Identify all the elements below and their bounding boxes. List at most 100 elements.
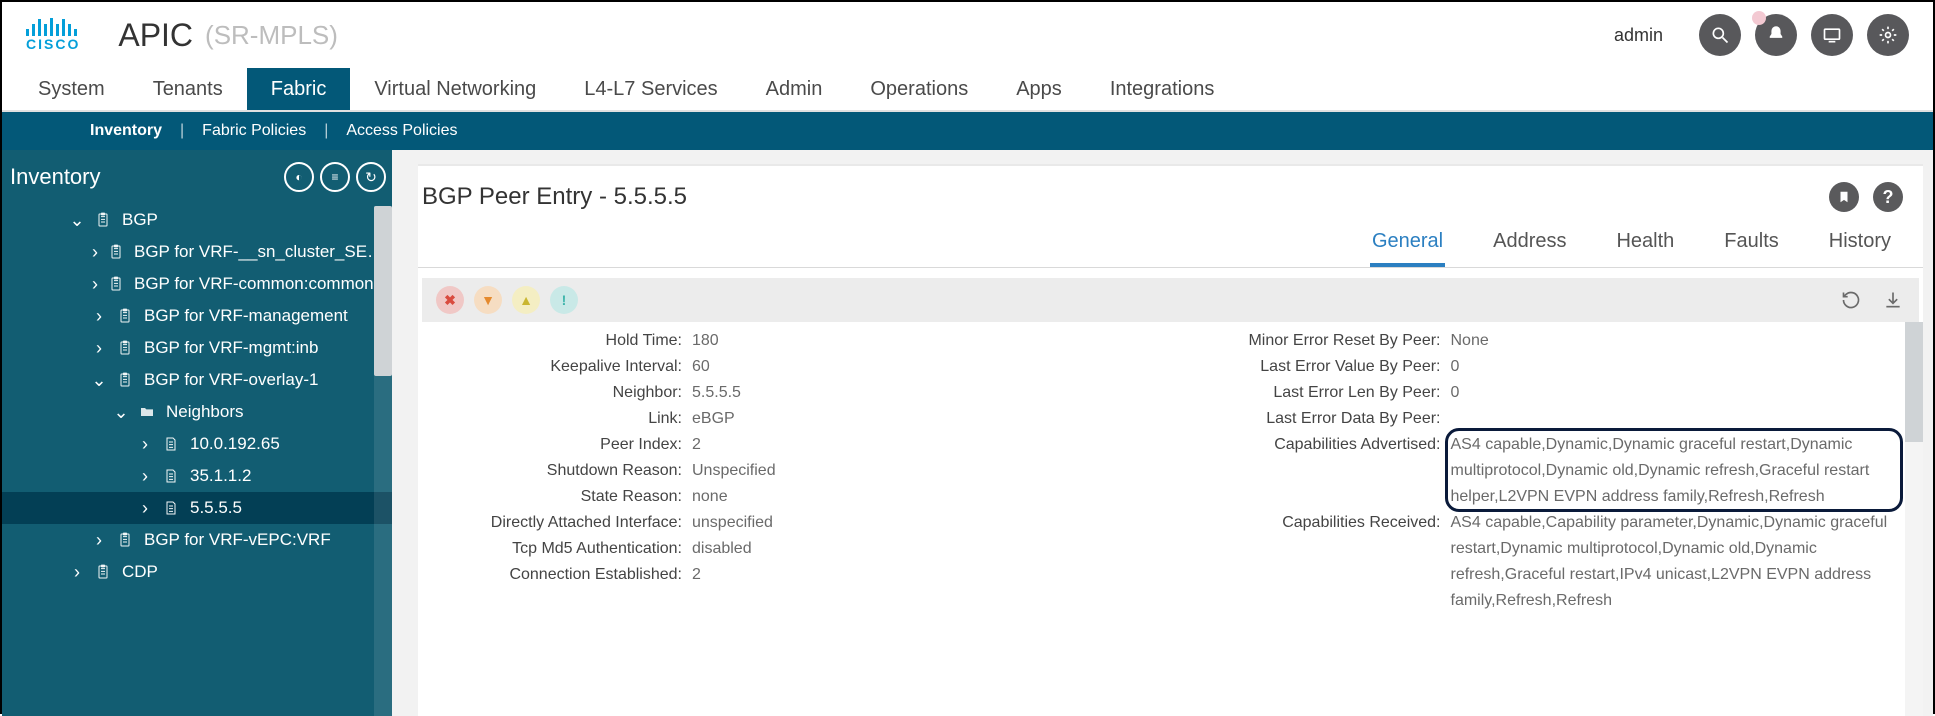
chevron-right-icon[interactable]: › [138,435,152,453]
field-value: disabled [692,536,1151,562]
tree-item-neighbors[interactable]: ⌄Neighbors [2,396,392,428]
sidebar-action-locate-icon[interactable]: ◐ [284,162,314,192]
subnav-item-inventory[interactable]: Inventory [72,122,180,140]
chevron-right-icon[interactable]: › [92,243,98,261]
tab-history[interactable]: History [1827,224,1893,267]
field-row: Capabilities Received:AS4 capable,Capabi… [1191,510,1900,614]
mainnav-item-integrations[interactable]: Integrations [1086,68,1239,110]
field-row: Minor Error Reset By Peer:None [1191,328,1900,354]
tree-item-label: BGP for VRF-management [144,306,348,326]
content-pane: BGP Peer Entry - 5.5.5.5 ? General Addres… [392,150,1933,716]
tree-item-35-1-1-2[interactable]: ›35.1.1.2 [2,460,392,492]
chevron-right-icon[interactable]: › [92,275,98,293]
tab-health[interactable]: Health [1614,224,1676,267]
chevron-right-icon[interactable]: › [92,339,106,357]
mainnav-item-fabric[interactable]: Fabric [247,68,351,110]
field-row: Last Error Value By Peer:0 [1191,354,1900,380]
mainnav-item-l4-l7-services[interactable]: L4-L7 Services [560,68,741,110]
sidebar-action-list-icon[interactable]: ≡ [320,162,350,192]
field-value: 2 [692,562,1151,588]
tree-item-bgp-for-vrf-sn-cluster-se[interactable]: › BGP for VRF-__sn_cluster_SE… [2,236,392,268]
mainnav-item-admin[interactable]: Admin [742,68,847,110]
field-value: AS4 capable,Dynamic,Dynamic graceful res… [1451,432,1900,510]
refresh-icon[interactable] [1839,288,1863,312]
mainnav-item-apps[interactable]: Apps [992,68,1086,110]
gear-icon[interactable] [1867,14,1909,56]
clip-icon [108,244,124,260]
tree-item-label: BGP for VRF-overlay-1 [144,370,318,390]
chevron-right-icon[interactable]: › [138,467,152,485]
field-label: Last Error Data By Peer: [1191,406,1441,432]
field-row: Link: eBGP [442,406,1151,432]
fault-info-icon[interactable]: ! [550,286,578,314]
pane-title: BGP Peer Entry - 5.5.5.5 [422,183,687,211]
field-label: Minor Error Reset By Peer: [1191,328,1441,354]
fault-major-icon[interactable]: ▼ [474,286,502,314]
bookmark-icon[interactable] [1829,182,1859,212]
field-value [1451,406,1900,432]
monitor-icon[interactable] [1811,14,1853,56]
mainnav-item-virtual-networking[interactable]: Virtual Networking [350,68,560,110]
field-row: Directly Attached Interface:unspecified [442,510,1151,536]
chevron-down-icon[interactable]: ⌄ [70,211,84,229]
search-icon[interactable] [1699,14,1741,56]
subnav-item-access-policies[interactable]: Access Policies [328,122,475,140]
chevron-down-icon[interactable]: ⌄ [114,403,128,421]
field-label: Link: [442,406,682,432]
download-icon[interactable] [1881,288,1905,312]
subnav-item-fabric-policies[interactable]: Fabric Policies [184,122,324,140]
details-right-column: Minor Error Reset By Peer:NoneLast Error… [1191,328,1900,716]
mainnav-item-system[interactable]: System [14,68,129,110]
tree-item-label: BGP for VRF-__sn_cluster_SE… [134,242,384,262]
logo-stripes-icon [26,18,80,36]
fault-critical-icon[interactable]: ✖ [436,286,464,314]
tree-item-5-5-5-5[interactable]: › 5.5.5.5 [2,492,392,524]
chevron-right-icon[interactable]: › [138,499,152,517]
chevron-right-icon[interactable]: › [92,531,106,549]
bell-icon[interactable] [1755,14,1797,56]
field-label: Peer Index: [442,432,682,458]
field-value: unspecified [692,510,1151,536]
tree-item-10-0-192-65[interactable]: ›10.0.192.65 [2,428,392,460]
clip-icon [116,372,134,388]
chevron-down-icon[interactable]: ⌄ [92,371,106,389]
sidebar-scroll-thumb[interactable] [374,206,392,376]
mainnav-item-tenants[interactable]: Tenants [129,68,247,110]
chevron-right-icon[interactable]: › [92,307,106,325]
field-row: Last Error Len By Peer:0 [1191,380,1900,406]
fault-minor-icon[interactable]: ▲ [512,286,540,314]
field-value: eBGP [692,406,1151,432]
field-value: 0 [1451,354,1900,380]
tree-item-bgp-for-vrf-mgmt-inb[interactable]: ›BGP for VRF-mgmt:inb [2,332,392,364]
tree-item-bgp-for-vrf-vepc-vrf[interactable]: ›BGP for VRF-vEPC:VRF [2,524,392,556]
field-row: Hold Time:180 [442,328,1151,354]
content-toolbar: ✖ ▼ ▲ ! [422,278,1919,322]
chevron-right-icon[interactable]: › [70,563,84,581]
details-scroll-thumb[interactable] [1905,322,1923,442]
sidebar-action-refresh-icon[interactable]: ↻ [356,162,386,192]
help-icon[interactable]: ? [1873,182,1903,212]
user-name[interactable]: admin [1614,25,1663,46]
field-label: Connection Established: [442,562,682,588]
field-value: 2 [692,432,1151,458]
tree-item-bgp-for-vrf-management[interactable]: › BGP for VRF-management [2,300,392,332]
sub-nav: Inventory|Fabric Policies|Access Policie… [2,112,1933,150]
tree-item-label: BGP [122,210,158,230]
tab-address[interactable]: Address [1491,224,1568,267]
tree-item-bgp-for-vrf-common-common[interactable]: ›BGP for VRF-common:common [2,268,392,300]
mainnav-item-operations[interactable]: Operations [846,68,992,110]
tab-general[interactable]: General [1370,224,1445,267]
clip-icon [94,212,112,228]
tree-item-bgp-for-vrf-overlay-1[interactable]: ⌄ BGP for VRF-overlay-1 [2,364,392,396]
tree-item-label: 5.5.5.5 [190,498,242,518]
field-label: State Reason: [442,484,682,510]
sidebar-tree[interactable]: ⌄BGP›BGP for VRF-__sn_cluster_SE…›BGP fo… [2,204,392,716]
clip-icon [116,340,134,356]
tree-item-bgp[interactable]: ⌄ BGP [2,204,392,236]
field-row: Tcp Md5 Authentication:disabled [442,536,1151,562]
tree-item-cdp[interactable]: › CDP [2,556,392,588]
tab-faults[interactable]: Faults [1722,224,1780,267]
field-label: Hold Time: [442,328,682,354]
tree-item-label: CDP [122,562,158,582]
subnav-separator: | [180,122,184,140]
